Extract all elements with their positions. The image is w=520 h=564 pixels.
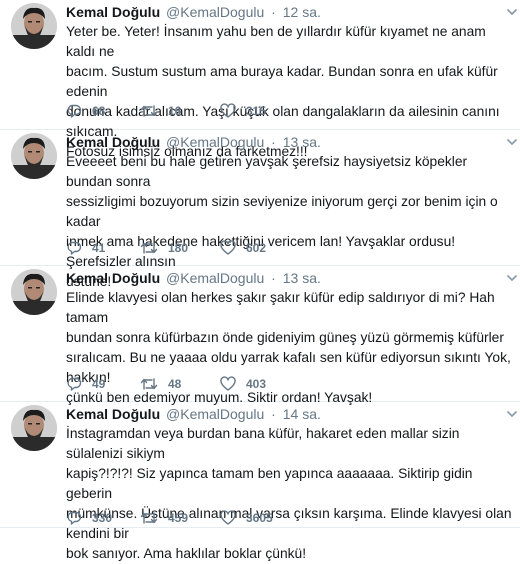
reply-count: 41 — [92, 241, 106, 255]
tweet-text: İnstagramdan veya burdan bana küfür, hak… — [66, 426, 512, 561]
reply-button[interactable]: 49 — [66, 376, 140, 392]
like-count: 403 — [246, 377, 267, 391]
retweet-count: 180 — [168, 241, 189, 255]
tweet-actions: 68 16 315 — [66, 102, 280, 120]
tweet-actions: 49 48 403 — [66, 375, 280, 393]
tweet-feed: Kemal Doğulu @KemalDogulu · 12 sa. Yeter… — [0, 0, 520, 561]
like-button[interactable]: 602 — [220, 240, 280, 256]
reply-icon — [66, 376, 92, 392]
like-button[interactable]: 315 — [220, 103, 280, 119]
retweet-icon — [140, 103, 168, 119]
separator-dot: · — [271, 134, 276, 150]
avatar[interactable] — [11, 3, 57, 49]
retweet-count: 48 — [168, 377, 182, 391]
tweet-timestamp[interactable]: 13 sa. — [283, 270, 321, 286]
author-name[interactable]: Kemal Doğulu — [66, 134, 160, 150]
chevron-down-icon[interactable] — [506, 271, 518, 283]
like-count: 315 — [246, 104, 267, 118]
retweet-icon — [140, 240, 168, 256]
tweet[interactable]: Kemal Doğulu @KemalDogulu · 12 sa. Yeter… — [0, 0, 520, 159]
tweet[interactable]: Kemal Doğulu @KemalDogulu · 13 sa. Elind… — [0, 266, 520, 405]
author-name[interactable]: Kemal Doğulu — [66, 270, 160, 286]
author-handle[interactable]: @KemalDogulu — [166, 134, 264, 150]
tweet-actions: 330 459 3605 — [66, 509, 280, 527]
reply-count: 49 — [92, 377, 106, 391]
tweet-timestamp[interactable]: 12 sa. — [283, 4, 321, 20]
retweet-button[interactable]: 48 — [140, 376, 220, 392]
avatar[interactable] — [11, 269, 57, 315]
tweet-actions: 41 180 602 — [66, 239, 280, 257]
avatar[interactable] — [11, 405, 57, 451]
tweet[interactable]: Kemal Doğulu @KemalDogulu · 13 sa. Eveee… — [0, 130, 520, 289]
heart-icon — [220, 240, 246, 256]
retweet-count: 459 — [168, 511, 189, 525]
tweet-timestamp[interactable]: 14 sa. — [283, 406, 321, 422]
like-count: 3605 — [246, 511, 273, 525]
tweet[interactable]: Kemal Doğulu @KemalDogulu · 14 sa. İnsta… — [0, 402, 520, 561]
chevron-down-icon[interactable] — [506, 5, 518, 17]
like-count: 602 — [246, 241, 267, 255]
retweet-count: 16 — [168, 104, 182, 118]
heart-icon — [220, 103, 246, 119]
separator-dot: · — [271, 406, 276, 422]
tweet-timestamp[interactable]: 13 sa. — [283, 134, 321, 150]
chevron-down-icon[interactable] — [506, 135, 518, 147]
retweet-button[interactable]: 459 — [140, 510, 220, 526]
separator-dot: · — [271, 4, 276, 20]
reply-icon — [66, 510, 92, 526]
reply-icon — [66, 240, 92, 256]
retweet-button[interactable]: 180 — [140, 240, 220, 256]
like-button[interactable]: 403 — [220, 376, 280, 392]
separator-dot: · — [271, 270, 276, 286]
avatar[interactable] — [11, 133, 57, 179]
author-handle[interactable]: @KemalDogulu — [166, 270, 264, 286]
retweet-button[interactable]: 16 — [140, 103, 220, 119]
retweet-icon — [140, 510, 168, 526]
reply-button[interactable]: 68 — [66, 103, 140, 119]
author-handle[interactable]: @KemalDogulu — [166, 4, 264, 20]
retweet-icon — [140, 376, 168, 392]
reply-count: 330 — [92, 511, 113, 525]
heart-icon — [220, 376, 246, 392]
reply-button[interactable]: 41 — [66, 240, 140, 256]
reply-button[interactable]: 330 — [66, 510, 140, 526]
author-name[interactable]: Kemal Doğulu — [66, 4, 160, 20]
reply-icon — [66, 103, 92, 119]
like-button[interactable]: 3605 — [220, 510, 280, 526]
author-handle[interactable]: @KemalDogulu — [166, 406, 264, 422]
reply-count: 68 — [92, 104, 106, 118]
heart-icon — [220, 510, 246, 526]
chevron-down-icon[interactable] — [506, 407, 518, 419]
author-name[interactable]: Kemal Doğulu — [66, 406, 160, 422]
